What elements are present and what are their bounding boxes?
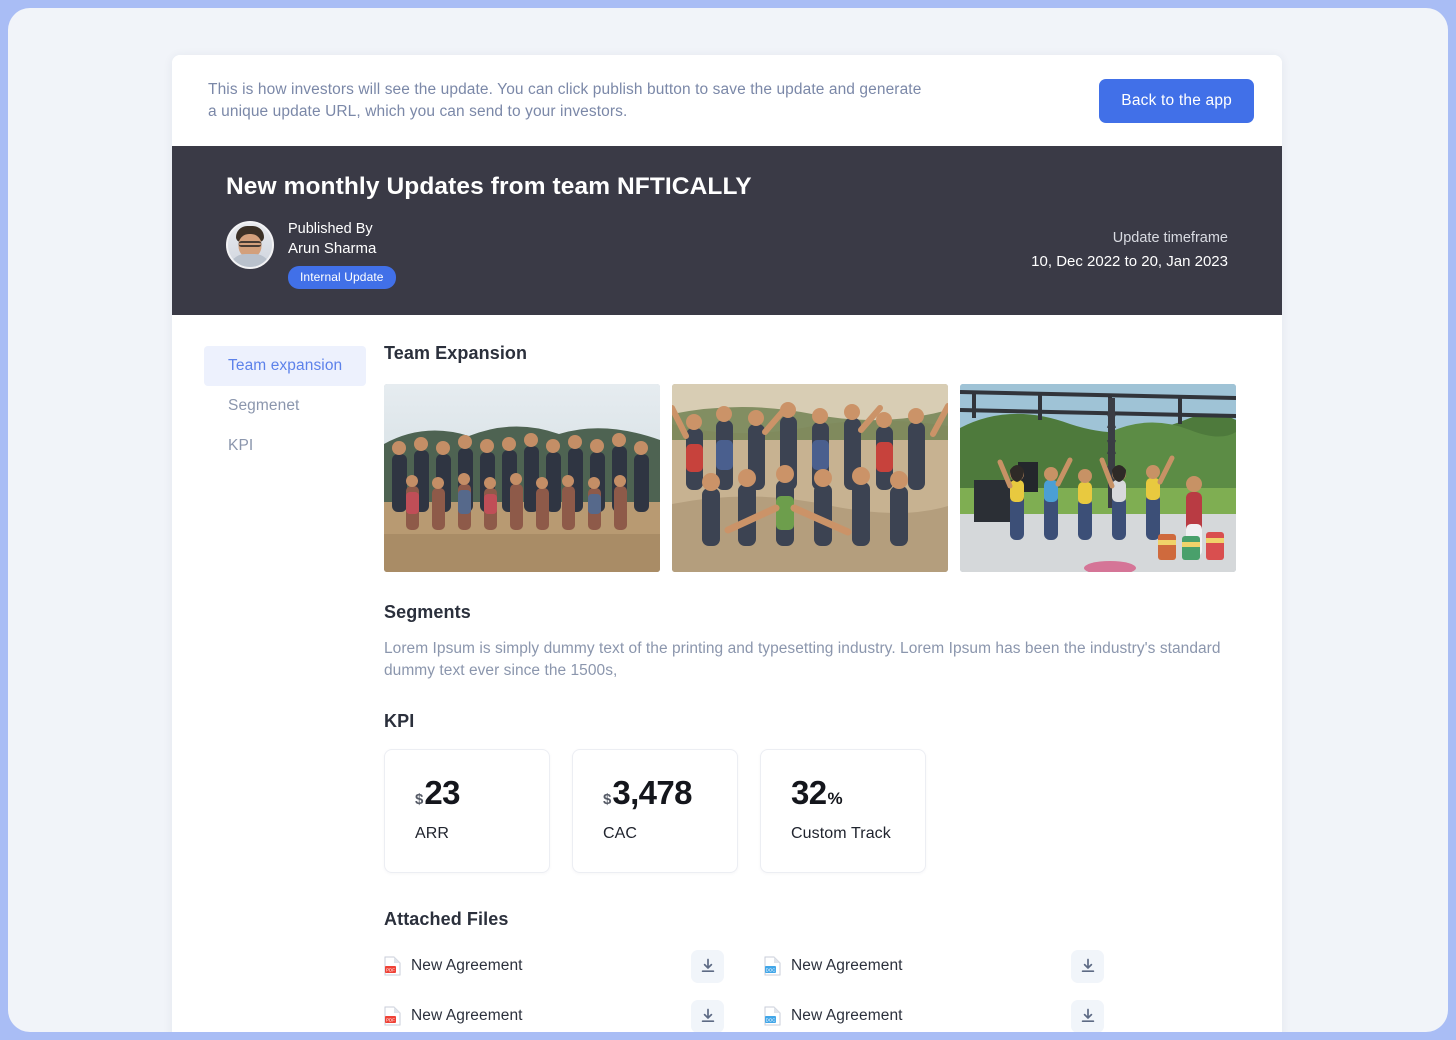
kpi-value-cac: $ 3,478 (603, 776, 737, 809)
kpi-label-arr: ARR (415, 825, 450, 843)
kpi-value-arr: $ 23 (415, 776, 549, 809)
kpi-card-cac: $ 3,478 CAC (572, 749, 738, 874)
download-button[interactable] (1071, 949, 1104, 983)
sidebar-item-segmenet[interactable]: Segmenet (204, 386, 366, 426)
svg-text:PDF: PDF (386, 1018, 395, 1023)
kpi-value-custom-track: 32 % (791, 776, 925, 809)
doc-file-icon: DOC (764, 956, 781, 976)
app-viewport: This is how investors will see the updat… (8, 8, 1448, 1032)
file-name: New Agreement (411, 957, 523, 975)
kpi-card-custom-track: 32 % Custom Track (760, 749, 926, 874)
team-photo-cheering[interactable] (672, 383, 948, 572)
kpi-prefix: $ (603, 791, 612, 809)
page-title: New monthly Updates from team NFTICALLY (226, 172, 752, 200)
timeframe-label: Update timeframe (1112, 229, 1228, 246)
sidebar-item-kpi[interactable]: KPI (204, 426, 366, 466)
svg-text:DOC: DOC (766, 968, 776, 973)
avatar (226, 220, 274, 269)
segments-title: Segments (384, 601, 471, 622)
team-expansion-title: Team Expansion (384, 342, 528, 363)
author-name: Arun Sharma (288, 239, 377, 257)
list-item: PDF New Agreement (384, 948, 764, 984)
kpi-label-cac: CAC (603, 825, 638, 843)
kpi-number: 32 (791, 774, 827, 812)
pdf-file-icon: PDF (384, 1006, 401, 1026)
preview-notice-bar: This is how investors will see the updat… (172, 55, 1282, 146)
download-icon (701, 958, 714, 973)
svg-text:DOC: DOC (766, 1018, 776, 1023)
file-name: New Agreement (791, 957, 903, 975)
main-content: Team Expansion Segments Lorem Ipsum is s… (374, 343, 1250, 1032)
preview-notice-text: This is how investors will see the updat… (208, 81, 922, 121)
published-by-label: Published By (288, 220, 373, 237)
photo-gallery (384, 383, 1250, 572)
status-badge: Internal Update (288, 265, 396, 289)
list-item: DOC New Agreement (764, 998, 1144, 1032)
download-button[interactable] (691, 999, 724, 1032)
download-button[interactable] (1071, 999, 1104, 1032)
list-item: PDF New Agreement (384, 998, 764, 1032)
svg-text:PDF: PDF (386, 968, 395, 973)
download-icon (1081, 1008, 1094, 1023)
list-item: DOC New Agreement (764, 948, 1144, 984)
attached-files-section: Attached Files PDF New Agreement DOC New… (384, 909, 1250, 1032)
update-timeframe: Update timeframe 10, Dec 2022 to 20, Jan… (1031, 217, 1228, 270)
update-header: New monthly Updates from team NFTICALLY … (172, 145, 1282, 315)
kpi-section: KPI $ 23 ARR $ 3,478 CAC 32 % Custom Tra… (384, 711, 1250, 874)
team-photo-dance-event[interactable] (960, 383, 1236, 572)
back-to-app-button[interactable]: Back to the app (1099, 79, 1254, 124)
kpi-card-arr: $ 23 ARR (384, 749, 550, 874)
kpi-title: KPI (384, 711, 415, 732)
section-sidebar: Team expansion Segmenet KPI (204, 343, 366, 1032)
kpi-number: 23 (424, 774, 460, 812)
file-name: New Agreement (411, 1007, 523, 1025)
update-preview-document: This is how investors will see the updat… (172, 55, 1282, 1032)
pdf-file-icon: PDF (384, 956, 401, 976)
download-icon (1081, 958, 1094, 973)
sidebar-item-team-expansion[interactable]: Team expansion (204, 345, 366, 386)
segments-body: Lorem Ipsum is simply dummy text of the … (384, 639, 1221, 680)
download-icon (701, 1008, 714, 1023)
team-expansion-section: Team Expansion (384, 343, 1250, 572)
doc-file-icon: DOC (764, 1006, 781, 1026)
kpi-prefix: $ (415, 791, 424, 809)
timeframe-value: 10, Dec 2022 to 20, Jan 2023 (1031, 252, 1228, 270)
segments-section: Segments Lorem Ipsum is simply dummy tex… (384, 602, 1250, 684)
file-name: New Agreement (791, 1007, 903, 1025)
attached-files-title: Attached Files (384, 909, 509, 930)
kpi-suffix: % (827, 789, 843, 809)
kpi-number: 3,478 (612, 774, 692, 812)
team-photo-group[interactable] (384, 383, 660, 572)
publisher-info: Published By Arun Sharma Internal Update (226, 217, 396, 289)
kpi-label-custom-track: Custom Track (791, 825, 891, 843)
download-button[interactable] (691, 949, 724, 983)
